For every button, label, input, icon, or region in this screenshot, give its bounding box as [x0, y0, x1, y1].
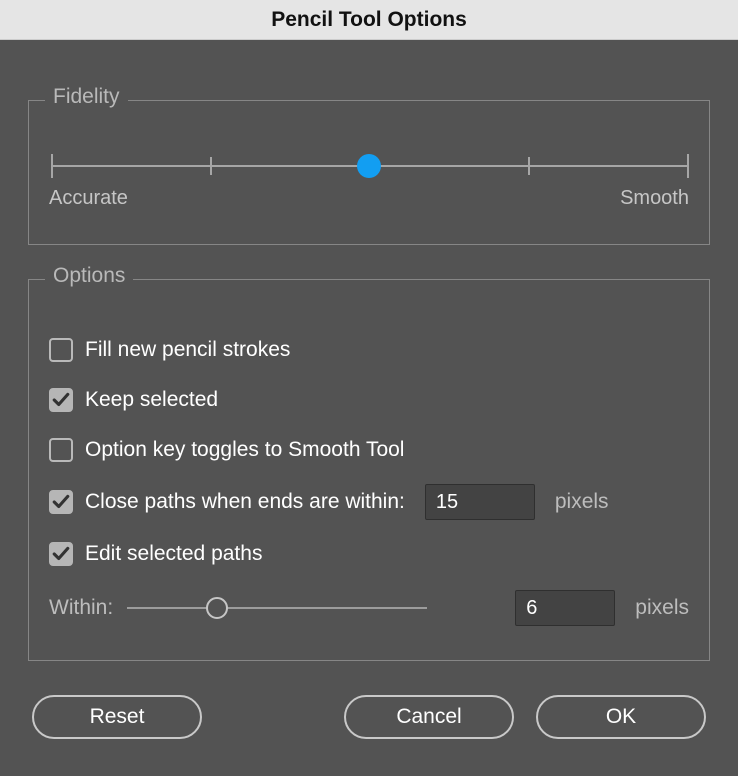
fidelity-slider[interactable] — [51, 151, 687, 181]
within-thumb[interactable] — [206, 597, 228, 619]
check-icon — [52, 391, 70, 409]
button-row: Reset Cancel OK — [28, 695, 710, 739]
check-icon — [52, 545, 70, 563]
fill-strokes-label: Fill new pencil strokes — [85, 338, 290, 362]
within-track — [127, 607, 427, 609]
fill-strokes-checkbox[interactable] — [49, 338, 73, 362]
options-group: Options Fill new pencil strokes Keep sel… — [28, 279, 710, 661]
dialog-title: Pencil Tool Options — [0, 0, 738, 40]
slider-tick — [687, 154, 689, 178]
fidelity-left-label: Accurate — [49, 187, 128, 210]
dialog-body: Fidelity Accurate Smooth Options Fill ne… — [0, 40, 738, 759]
within-label: Within: — [49, 596, 113, 620]
options-legend: Options — [45, 264, 133, 288]
option-smooth-checkbox[interactable] — [49, 438, 73, 462]
within-row: Within: pixels — [49, 590, 689, 626]
fidelity-legend: Fidelity — [45, 85, 128, 109]
keep-selected-row: Keep selected — [49, 384, 689, 416]
reset-button[interactable]: Reset — [32, 695, 202, 739]
keep-selected-label: Keep selected — [85, 388, 218, 412]
close-paths-checkbox[interactable] — [49, 490, 73, 514]
right-button-group: Cancel OK — [344, 695, 706, 739]
edit-paths-label: Edit selected paths — [85, 542, 262, 566]
slider-tick — [528, 157, 530, 175]
title-text: Pencil Tool Options — [271, 8, 467, 32]
option-smooth-row: Option key toggles to Smooth Tool — [49, 434, 689, 466]
close-paths-input[interactable] — [425, 484, 535, 520]
fill-strokes-row: Fill new pencil strokes — [49, 334, 689, 366]
edit-paths-checkbox[interactable] — [49, 542, 73, 566]
within-unit: pixels — [635, 596, 689, 620]
within-slider[interactable] — [127, 596, 427, 620]
fidelity-group: Fidelity Accurate Smooth — [28, 100, 710, 245]
ok-button[interactable]: OK — [536, 695, 706, 739]
fidelity-thumb[interactable] — [357, 154, 381, 178]
cancel-button[interactable]: Cancel — [344, 695, 514, 739]
check-icon — [52, 493, 70, 511]
edit-paths-row: Edit selected paths — [49, 538, 689, 570]
option-smooth-label: Option key toggles to Smooth Tool — [85, 438, 404, 462]
close-paths-label: Close paths when ends are within: — [85, 490, 405, 514]
fidelity-labels: Accurate Smooth — [49, 187, 689, 210]
within-input[interactable] — [515, 590, 615, 626]
close-paths-unit: pixels — [555, 490, 609, 514]
fidelity-right-label: Smooth — [620, 187, 689, 210]
slider-tick — [51, 154, 53, 178]
close-paths-row: Close paths when ends are within: pixels — [49, 484, 689, 520]
slider-tick — [210, 157, 212, 175]
keep-selected-checkbox[interactable] — [49, 388, 73, 412]
